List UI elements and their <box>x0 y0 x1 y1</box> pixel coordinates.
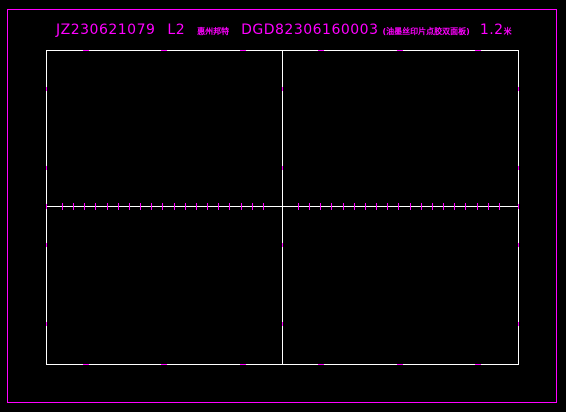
cad-viewport[interactable]: JZ230621079 L2 惠州邦特 DGD82306160003 (油墨丝印… <box>0 0 566 412</box>
panel-drawing <box>46 50 519 365</box>
